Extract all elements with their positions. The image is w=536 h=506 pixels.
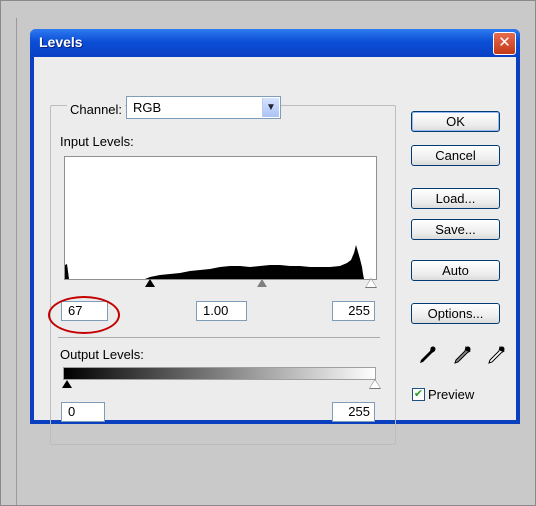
black-eyedropper-icon[interactable] [416, 344, 438, 366]
channel-select[interactable]: RGB ▼ [126, 96, 281, 119]
section-divider [58, 337, 380, 338]
levels-dialog: Levels ✕ Channel: RGB ▼ Input Levels: 67… [30, 29, 520, 445]
save-button[interactable]: Save... [411, 219, 500, 240]
histogram-graph [65, 245, 364, 279]
panel-divider [16, 18, 17, 505]
load-button[interactable]: Load... [411, 188, 500, 209]
output-gradient-bar [63, 367, 376, 380]
input-white-slider[interactable] [366, 279, 376, 287]
input-black-slider[interactable] [145, 279, 155, 287]
cancel-button[interactable]: Cancel [411, 145, 500, 166]
close-icon: ✕ [498, 34, 511, 51]
chevron-down-icon[interactable]: ▼ [262, 98, 279, 117]
input-gamma-slider[interactable] [257, 279, 267, 287]
histogram [64, 156, 377, 280]
close-button[interactable]: ✕ [493, 32, 516, 55]
preview-label: Preview [428, 387, 475, 402]
output-white-field[interactable]: 255 [332, 402, 375, 422]
ok-button[interactable]: OK [411, 111, 500, 132]
histogram-shape [65, 245, 364, 279]
preview-checkbox[interactable]: ✔ [412, 388, 425, 401]
input-white-field[interactable]: 255 [332, 301, 375, 321]
output-black-field[interactable]: 0 [61, 402, 105, 422]
input-levels-label: Input Levels: [60, 134, 134, 149]
dialog-body: Channel: RGB ▼ Input Levels: 67 1.00 255… [34, 57, 516, 445]
gray-eyedropper-icon[interactable] [451, 344, 473, 366]
check-icon: ✔ [413, 388, 424, 400]
output-black-slider[interactable] [62, 380, 72, 388]
channel-value: RGB [133, 100, 162, 115]
channel-label: Channel: [67, 102, 126, 117]
output-levels-label: Output Levels: [60, 347, 144, 362]
white-eyedropper-icon[interactable] [485, 344, 507, 366]
auto-button[interactable]: Auto [411, 260, 500, 281]
output-white-slider[interactable] [370, 380, 380, 388]
dialog-title: Levels [39, 34, 83, 50]
title-bar[interactable]: Levels ✕ [30, 29, 520, 57]
input-gamma-field[interactable]: 1.00 [196, 301, 247, 321]
annotation-circle [48, 296, 120, 334]
options-button[interactable]: Options... [411, 303, 500, 324]
